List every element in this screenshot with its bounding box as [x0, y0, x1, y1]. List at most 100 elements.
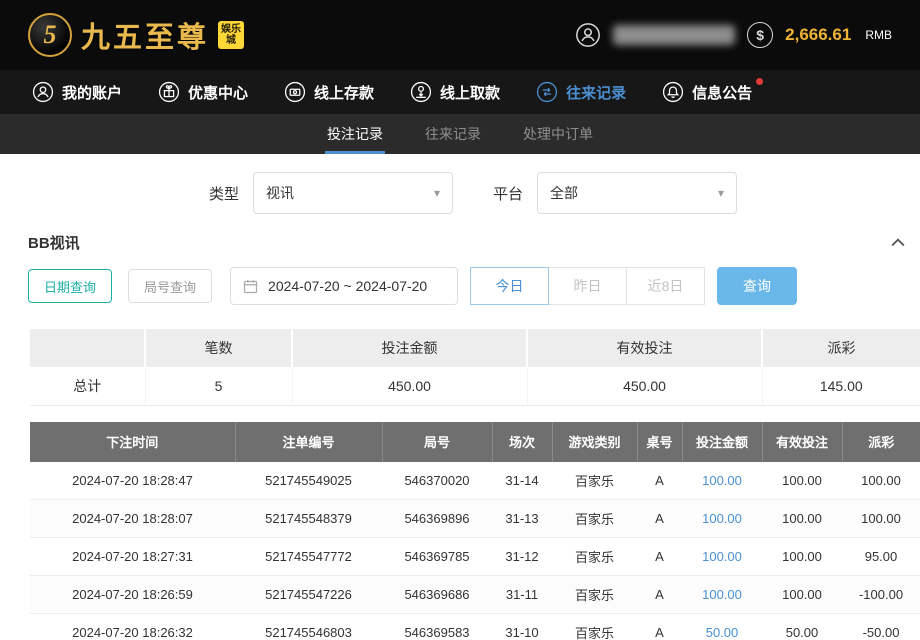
nav-label: 信息公告 — [692, 82, 752, 103]
cell-valid_bet: 50.00 — [762, 614, 842, 640]
cell-bet_id: 521745546803 — [235, 614, 382, 640]
user-icon — [32, 81, 54, 103]
cell-valid_bet: 100.00 — [762, 500, 842, 538]
cell-game_type: 百家乐 — [552, 614, 637, 640]
summary-total-label: 总计 — [30, 367, 145, 405]
platform-label: 平台 — [493, 183, 523, 204]
cell-session: 31-13 — [492, 500, 552, 538]
brand-name: 九五至尊 — [81, 14, 209, 56]
bell-icon — [662, 81, 684, 103]
col-game-type: 游戏类别 — [552, 422, 637, 462]
cell-bet_id: 521745547772 — [235, 538, 382, 576]
cell-table_no: A — [637, 462, 682, 500]
nav-label: 优惠中心 — [188, 82, 248, 103]
filter-row: 类型 视讯 ▾ 平台 全部 ▾ — [0, 154, 920, 230]
cell-bet_time: 2024-07-20 18:28:47 — [30, 462, 235, 500]
collapse-button[interactable] — [888, 233, 908, 253]
col-session: 场次 — [492, 422, 552, 462]
brand-logo[interactable]: 5 九五至尊 娱乐城 — [28, 13, 244, 57]
cell-bet_id: 521745548379 — [235, 500, 382, 538]
type-select-value: 视讯 — [266, 183, 294, 203]
cell-session: 31-11 — [492, 576, 552, 614]
summary-header: 有效投注 — [527, 329, 762, 367]
col-bet-id: 注单编号 — [235, 422, 382, 462]
query-toolbar: 日期查询 局号查询 2024-07-20 ~ 2024-07-20 今日 昨日 … — [0, 267, 920, 305]
nav-item-deposit[interactable]: 线上存款 — [284, 81, 374, 103]
col-payout: 派彩 — [842, 422, 920, 462]
nav-item-my-account[interactable]: 我的账户 — [32, 81, 122, 103]
last-8-days-button[interactable]: 近8日 — [626, 267, 705, 305]
cell-round_id: 546369583 — [382, 614, 492, 640]
gift-icon — [158, 81, 180, 103]
bets-header-row: 下注时间 注单编号 局号 场次 游戏类别 桌号 投注金额 有效投注 派彩 — [30, 422, 920, 462]
summary-header: 投注金额 — [292, 329, 527, 367]
summary-header-row: 笔数 投注金额 有效投注 派彩 — [30, 329, 920, 367]
nav-item-withdraw[interactable]: 线上取款 — [410, 81, 500, 103]
summary-table: 笔数 投注金额 有效投注 派彩 总计 5 450.00 450.00 145.0… — [30, 329, 920, 406]
nav-label: 往来记录 — [566, 82, 626, 103]
platform-select[interactable]: 全部 ▾ — [537, 172, 737, 214]
account-area: $ 2,666.61 RMB — [575, 22, 892, 48]
cell-bet_time: 2024-07-20 18:27:31 — [30, 538, 235, 576]
nav-label: 线上存款 — [314, 82, 374, 103]
platform-select-value: 全部 — [550, 183, 578, 203]
today-button[interactable]: 今日 — [470, 267, 549, 305]
bet-amount-link[interactable]: 100.00 — [702, 587, 742, 602]
bet-amount-link[interactable]: 100.00 — [702, 549, 742, 564]
cell-bet_time: 2024-07-20 18:26:32 — [30, 614, 235, 640]
cell-round_id: 546369896 — [382, 500, 492, 538]
col-bet-amount: 投注金额 — [682, 422, 762, 462]
cell-bet_amount: 100.00 — [682, 500, 762, 538]
summary-valid-bet: 450.00 — [527, 367, 762, 405]
type-label: 类型 — [209, 183, 239, 204]
cell-session: 31-10 — [492, 614, 552, 640]
nav-label: 线上取款 — [440, 82, 500, 103]
search-button[interactable]: 查询 — [717, 267, 797, 305]
calendar-icon — [242, 278, 259, 295]
nav-item-announcements[interactable]: 信息公告 — [662, 81, 752, 103]
top-header: 5 九五至尊 娱乐城 $ 2,666.61 RMB — [0, 0, 920, 70]
cell-valid_bet: 100.00 — [762, 576, 842, 614]
bet-amount-link[interactable]: 100.00 — [702, 473, 742, 488]
table-row: 2024-07-20 18:28:47521745549025546370020… — [30, 462, 920, 500]
type-select[interactable]: 视讯 ▾ — [253, 172, 453, 214]
summary-header: 派彩 — [762, 329, 920, 367]
cell-round_id: 546370020 — [382, 462, 492, 500]
brand-emblem-icon: 5 — [28, 13, 72, 57]
cell-bet_amount: 100.00 — [682, 576, 762, 614]
chevron-up-icon — [888, 233, 908, 253]
date-range-input[interactable]: 2024-07-20 ~ 2024-07-20 — [230, 267, 458, 305]
col-bet-time: 下注时间 — [30, 422, 235, 462]
cell-table_no: A — [637, 538, 682, 576]
balance-currency: RMB — [865, 28, 892, 42]
tab-bet-records[interactable]: 投注记录 — [313, 114, 397, 154]
sub-nav: 投注记录 往来记录 处理中订单 — [0, 114, 920, 154]
bet-records-table: 下注时间 注单编号 局号 场次 游戏类别 桌号 投注金额 有效投注 派彩 202… — [30, 422, 920, 640]
col-round-id: 局号 — [382, 422, 492, 462]
cell-payout: 95.00 — [842, 538, 920, 576]
summary-count: 5 — [145, 367, 292, 405]
bet-amount-link[interactable]: 100.00 — [702, 511, 742, 526]
cell-bet_id: 521745547226 — [235, 576, 382, 614]
yesterday-button[interactable]: 昨日 — [548, 267, 627, 305]
cell-payout: -100.00 — [842, 576, 920, 614]
user-avatar-icon[interactable] — [575, 22, 601, 48]
cell-game_type: 百家乐 — [552, 500, 637, 538]
tab-pending-orders[interactable]: 处理中订单 — [509, 114, 607, 154]
tab-transfer-records[interactable]: 往来记录 — [411, 114, 495, 154]
quick-range-group: 今日 昨日 近8日 — [470, 267, 705, 305]
table-row: 2024-07-20 18:26:32521745546803546369583… — [30, 614, 920, 640]
transfer-records-icon — [536, 81, 558, 103]
cell-game_type: 百家乐 — [552, 576, 637, 614]
round-query-button[interactable]: 局号查询 — [128, 269, 212, 303]
cell-bet_amount: 100.00 — [682, 538, 762, 576]
bet-amount-link[interactable]: 50.00 — [706, 625, 739, 640]
caret-down-icon: ▾ — [434, 186, 440, 200]
nav-item-promotions[interactable]: 优惠中心 — [158, 81, 248, 103]
summary-total-row: 总计 5 450.00 450.00 145.00 — [30, 367, 920, 405]
nav-label: 我的账户 — [62, 82, 122, 103]
cell-round_id: 546369686 — [382, 576, 492, 614]
date-query-button[interactable]: 日期查询 — [28, 269, 112, 303]
cell-session: 31-12 — [492, 538, 552, 576]
nav-item-records[interactable]: 往来记录 — [536, 81, 626, 103]
